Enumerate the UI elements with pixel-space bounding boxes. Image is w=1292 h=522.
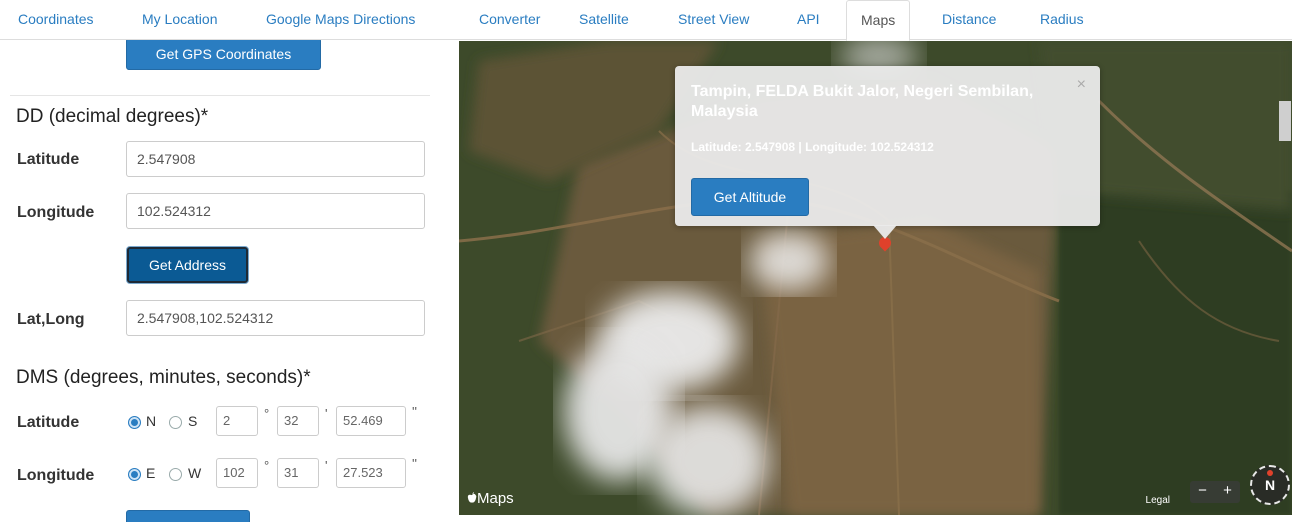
get-altitude-button[interactable]: Get Altitude xyxy=(691,178,809,216)
maps-brand-text: Maps xyxy=(477,490,514,507)
tab-satellite[interactable]: Satellite xyxy=(565,0,643,40)
close-icon[interactable]: × xyxy=(1077,76,1086,94)
dms-section-title: DMS (degrees, minutes, seconds)* xyxy=(16,367,311,388)
radio-north[interactable] xyxy=(128,416,141,429)
legal-link[interactable]: Legal xyxy=(1146,495,1170,506)
tab-radius[interactable]: Radius xyxy=(1026,0,1098,40)
popup-coordinates: Latitude: 2.547908 | Longitude: 102.5243… xyxy=(691,140,934,154)
radio-west[interactable] xyxy=(169,468,182,481)
dms-latitude-label: Latitude xyxy=(17,414,80,431)
radio-west-label: W xyxy=(188,465,202,481)
dd-longitude-input[interactable]: 102.524312 xyxy=(126,193,425,229)
dms-longitude-label: Longitude xyxy=(17,467,95,484)
tab-street-view[interactable]: Street View xyxy=(664,0,763,40)
coordinates-panel: Get GPS Coordinates DD (decimal degrees)… xyxy=(0,40,445,522)
dms-lat-minutes-input[interactable]: 32 xyxy=(277,406,319,436)
degree-symbol: ° xyxy=(264,406,270,421)
top-nav: Coordinates My Location Google Maps Dire… xyxy=(0,0,1292,41)
tab-my-location[interactable]: My Location xyxy=(128,0,231,40)
tab-api[interactable]: API xyxy=(783,0,834,40)
dms-lon-minutes-input[interactable]: 31 xyxy=(277,458,319,488)
radio-north-label: N xyxy=(146,413,157,429)
popup-arrow xyxy=(873,225,897,239)
compass-label: N xyxy=(1264,477,1276,493)
dms-lon-seconds-input[interactable]: 27.523 xyxy=(336,458,406,488)
radio-east[interactable] xyxy=(128,468,141,481)
popup-address: Tampin, FELDA Bukit Jalor, Negeri Sembil… xyxy=(691,83,1034,120)
radio-south[interactable] xyxy=(169,416,182,429)
second-symbol: '' xyxy=(412,456,417,471)
degree-symbol: ° xyxy=(264,458,270,473)
get-address-dms-button[interactable] xyxy=(126,510,250,522)
radio-east-label: E xyxy=(146,465,156,481)
minute-symbol: ' xyxy=(325,458,328,473)
radio-south-label: S xyxy=(188,413,198,429)
zoom-out-button[interactable]: − xyxy=(1190,481,1215,501)
second-symbol: '' xyxy=(412,404,417,419)
compass-north-indicator xyxy=(1267,470,1273,476)
tab-converter[interactable]: Converter xyxy=(465,0,554,40)
minute-symbol: ' xyxy=(325,406,328,421)
dms-lat-degrees-input[interactable]: 2 xyxy=(216,406,258,436)
latlong-input[interactable]: 2.547908,102.524312 xyxy=(126,300,425,336)
dms-lon-degrees-input[interactable]: 102 xyxy=(216,458,258,488)
dd-section-title: DD (decimal degrees)* xyxy=(16,106,209,127)
dd-latitude-input[interactable]: 2.547908 xyxy=(126,141,425,177)
compass-icon[interactable]: N xyxy=(1250,465,1290,505)
dms-lat-seconds-input[interactable]: 52.469 xyxy=(336,406,406,436)
tab-coordinates[interactable]: Coordinates xyxy=(4,0,108,40)
zoom-control: − + xyxy=(1190,481,1240,503)
maps-brand: Maps xyxy=(467,490,514,507)
apple-logo-icon xyxy=(467,492,477,503)
get-gps-coordinates-button[interactable]: Get GPS Coordinates xyxy=(126,40,321,70)
get-address-button[interactable]: Get Address xyxy=(127,247,248,283)
zoom-in-button[interactable]: + xyxy=(1215,481,1240,501)
dd-latitude-label: Latitude xyxy=(17,151,80,168)
tab-distance[interactable]: Distance xyxy=(928,0,1010,40)
latlong-label: Lat,Long xyxy=(17,311,85,328)
tab-google-maps-directions[interactable]: Google Maps Directions xyxy=(252,0,429,40)
satellite-map[interactable]: Tampin, FELDA Bukit Jalor, Negeri Sembil… xyxy=(459,41,1292,515)
dd-longitude-label: Longitude xyxy=(17,204,95,221)
divider xyxy=(10,95,430,96)
tab-maps[interactable]: Maps xyxy=(846,0,911,41)
location-popup: Tampin, FELDA Bukit Jalor, Negeri Sembil… xyxy=(675,66,1100,226)
